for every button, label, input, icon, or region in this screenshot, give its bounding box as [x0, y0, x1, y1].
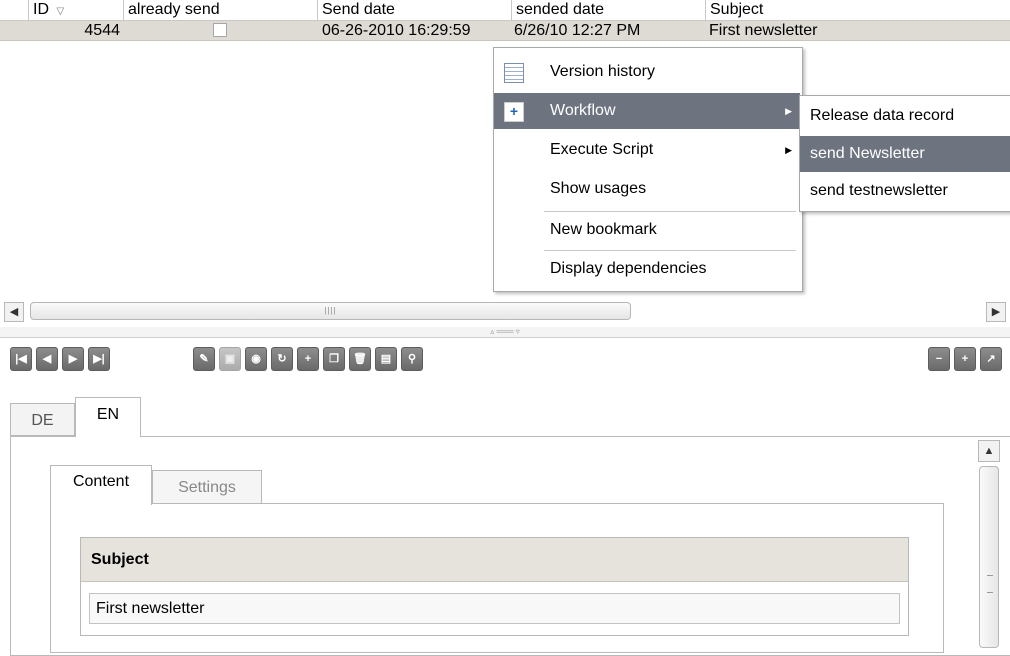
refresh-icon[interactable]: ↻ [271, 347, 293, 371]
column-header-sended-date[interactable]: sended date [511, 0, 705, 20]
submenu-item-send-newsletter[interactable]: send Newsletter [800, 136, 1010, 172]
delete-icon[interactable]: 🗑 [349, 347, 371, 371]
menu-item-label: Display dependencies [550, 260, 707, 277]
column-header-label: sended date [516, 1, 605, 18]
tab-label: Settings [178, 479, 236, 496]
first-record-icon[interactable]: |◀ [10, 347, 32, 371]
submenu-item-label: send testnewsletter [810, 182, 948, 199]
expand-icon[interactable]: + [954, 347, 976, 371]
save-icon: ▣ [219, 347, 241, 371]
cell-send-date: 06-26-2010 16:29:59 [322, 22, 471, 39]
vertical-scrollbar-thumb[interactable] [979, 466, 999, 648]
menu-item-label: New bookmark [550, 221, 657, 238]
search-icon[interactable]: ⚲ [401, 347, 423, 371]
menu-item-label: Workflow [550, 102, 616, 119]
workflow-submenu: Release data record send Newsletter send… [799, 95, 1010, 212]
new-record-icon[interactable]: + [297, 347, 319, 371]
menu-item-label: Show usages [550, 180, 647, 197]
column-header-label: Send date [322, 1, 395, 18]
submenu-arrow-icon: ▶ [785, 145, 792, 155]
scroll-up-icon[interactable]: ▲ [978, 440, 1000, 462]
scrollbar-thumb[interactable]: |||| [30, 302, 631, 320]
submenu-item-send-testnewsletter[interactable]: send testnewsletter [800, 173, 1010, 209]
submenu-item-label: Release data record [810, 107, 955, 124]
copy-icon[interactable]: ❐ [323, 347, 345, 371]
tab-label: EN [96, 406, 120, 423]
tab-content[interactable]: Content [50, 465, 152, 505]
submenu-arrow-icon: ▶ [785, 106, 792, 116]
column-header-send-date[interactable]: Send date [317, 0, 511, 20]
last-record-icon[interactable]: ▶| [88, 347, 110, 371]
column-header-label: Subject [710, 1, 764, 18]
tab-settings[interactable]: Settings [152, 470, 262, 504]
menu-item-display-dependencies[interactable]: Display dependencies [494, 251, 800, 287]
already-send-checkbox[interactable] [213, 23, 227, 37]
menu-item-label: Version history [550, 63, 655, 80]
table-row[interactable]: 4544 06-26-2010 16:29:59 6/26/10 12:27 P… [0, 21, 1010, 41]
edit-icon[interactable]: ✎ [193, 347, 215, 371]
scroll-right-icon[interactable]: ▶ [986, 302, 1006, 322]
cell-id: 4544 [84, 22, 120, 39]
tab-de[interactable]: DE [10, 403, 75, 436]
subject-field-group: Subject First newsletter [80, 537, 909, 636]
open-external-icon[interactable]: ↗ [980, 347, 1002, 371]
preview-icon[interactable]: ◉ [245, 347, 267, 371]
subject-label: Subject [81, 538, 908, 582]
column-header-label: already send [128, 1, 220, 18]
columns-icon[interactable]: ▤ [375, 347, 397, 371]
next-record-icon[interactable]: ▶ [62, 347, 84, 371]
subject-input[interactable]: First newsletter [89, 593, 900, 624]
tab-label: Content [72, 473, 130, 490]
column-header-label: ID [33, 1, 49, 18]
cell-subject: First newsletter [709, 22, 818, 39]
split-pane-divider[interactable]: ▵ ═══ ▿ [0, 327, 1010, 338]
subject-value: First newsletter [96, 600, 205, 617]
sort-desc-icon[interactable]: ▽ [56, 6, 64, 17]
column-header-id[interactable]: ID ▽ [28, 0, 123, 20]
menu-item-version-history[interactable]: Version history [494, 54, 800, 90]
tab-label: DE [31, 412, 54, 429]
submenu-item-label: send Newsletter [810, 145, 925, 162]
menu-item-label: Execute Script [550, 141, 654, 158]
column-header-already-send[interactable]: already send [123, 0, 317, 20]
menu-item-workflow[interactable]: + Workflow ▶ [494, 93, 800, 129]
cell-sended-date: 6/26/10 12:27 PM [514, 22, 641, 39]
tab-en[interactable]: EN [75, 397, 141, 437]
previous-record-icon[interactable]: ◀ [36, 347, 58, 371]
menu-item-show-usages[interactable]: Show usages [494, 171, 800, 207]
collapse-icon[interactable]: − [928, 347, 950, 371]
table-header: ID ▽ already send Send date sended date … [0, 0, 1010, 21]
column-header-subject[interactable]: Subject [705, 0, 1010, 20]
submenu-item-release-data-record[interactable]: Release data record [800, 98, 1010, 134]
workflow-icon: + [504, 102, 524, 122]
context-menu: Version history + Workflow ▶ Execute Scr… [493, 47, 803, 292]
menu-item-new-bookmark[interactable]: New bookmark [494, 212, 800, 248]
version-history-icon [504, 63, 524, 83]
menu-item-execute-script[interactable]: Execute Script ▶ [494, 132, 800, 168]
scroll-left-icon[interactable]: ◀ [4, 302, 24, 322]
horizontal-scrollbar[interactable]: ◀ |||| ▶ [0, 300, 1010, 324]
